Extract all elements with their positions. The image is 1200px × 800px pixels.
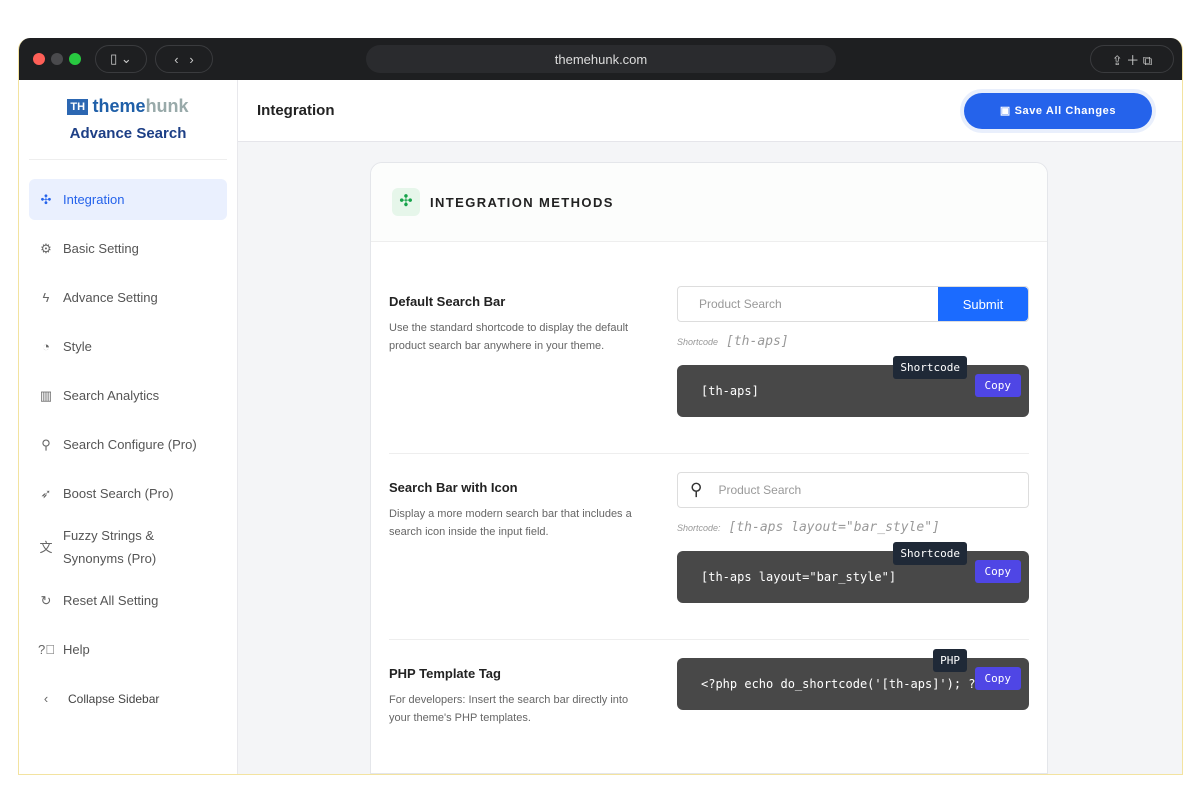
help-icon: ?⃝ xyxy=(38,642,55,657)
submit-button[interactable]: Submit xyxy=(938,287,1028,321)
sidebar-nav: ✣ Integration ⚙ Basic Setting ϟ Advance Set… xyxy=(29,179,227,719)
label: Boost Search (Pro) xyxy=(63,486,174,501)
translate-icon: 文 xyxy=(39,539,53,555)
code-text: [th-aps layout="bar_style"] xyxy=(701,570,897,584)
sidebar-toggle-icon[interactable]: ▯ ⌄ xyxy=(95,45,147,73)
shortcode-value: [th-aps] xyxy=(726,334,789,349)
palette-icon: ◔ xyxy=(42,339,50,354)
section-desc: Use the standard shortcode to display th… xyxy=(389,322,629,352)
page-title: Integration xyxy=(257,102,335,119)
sidebar-item-basic-setting[interactable]: ⚙ Basic Setting xyxy=(29,228,227,269)
integration-card: ✣ INTEGRATION METHODS Default Search Bar … xyxy=(370,162,1048,774)
puzzle-icon: ✣ xyxy=(392,188,420,216)
sidebar-item-integration[interactable]: ✣ Integration xyxy=(29,179,227,220)
main-content: Integration ▣ Save All Changes ✣ INTEGRAT… xyxy=(238,80,1182,774)
label: Basic Setting xyxy=(63,241,139,256)
chart-icon: ▥ xyxy=(39,387,53,403)
share-newtab-tabs-icons[interactable]: ⇪ ＋ ⧉ xyxy=(1090,45,1174,73)
logo: TH themehunk Advance Search xyxy=(29,80,227,160)
reset-icon: ↻ xyxy=(40,592,52,608)
label: Search Configure (Pro) xyxy=(63,437,197,452)
section-title: Default Search Bar xyxy=(389,294,506,309)
section-search-bar-with-icon: Search Bar with Icon Display a more mode… xyxy=(389,472,1029,640)
placeholder: Product Search xyxy=(699,297,782,311)
label: Shortcode: xyxy=(677,523,721,533)
tooltip: Shortcode xyxy=(893,356,967,379)
label: Shortcode xyxy=(677,337,719,347)
section-title: PHP Template Tag xyxy=(389,666,501,681)
back-forward-buttons[interactable]: ‹ › xyxy=(155,45,213,73)
sidebar-item-help[interactable]: ?⃝ Help xyxy=(29,629,227,670)
label: Advance Setting xyxy=(63,290,158,305)
label: Help xyxy=(63,642,90,657)
logo-text: themehunk xyxy=(92,96,189,116)
section-php-template-tag: PHP Template Tag For developers: Insert … xyxy=(389,649,1029,774)
sidebar-item-style[interactable]: ◔ Style xyxy=(29,326,227,367)
sidebar: TH themehunk Advance Search ✣ Integration… xyxy=(19,80,238,774)
section-title: Search Bar with Icon xyxy=(389,480,518,495)
page-header: Integration ▣ Save All Changes xyxy=(238,80,1182,142)
zoom-window-button[interactable] xyxy=(69,53,81,65)
code-block[interactable]: [th-aps layout="bar_style"] Shortcode Copy xyxy=(677,542,1029,603)
tooltip: Shortcode xyxy=(893,542,967,565)
label: Fuzzy Strings & Synonyms (Pro) xyxy=(63,528,157,566)
shortcode-hint: Shortcode [th-aps] xyxy=(677,334,1029,349)
sidebar-item-search-configure[interactable]: ⚲ Search Configure (Pro) xyxy=(29,424,227,465)
section-desc: For developers: Insert the search bar di… xyxy=(389,694,629,724)
label: Search Analytics xyxy=(63,388,160,403)
puzzle-icon: ✣ xyxy=(40,191,52,207)
rocket-icon: ➶ xyxy=(40,485,52,501)
logo-mark: TH xyxy=(67,98,89,115)
shortcode-value: [th-aps layout="bar_style"] xyxy=(728,520,940,535)
search-icon: ⚲ xyxy=(690,480,703,499)
label: Save All Changes xyxy=(1014,105,1117,117)
sidebar-item-search-analytics[interactable]: ▥ Search Analytics xyxy=(29,375,227,416)
label: Style xyxy=(63,339,92,354)
gear-icon: ⚙ xyxy=(40,240,52,256)
sidebar-item-fuzzy-strings[interactable]: 文 Fuzzy Strings & Synonyms (Pro) xyxy=(29,522,227,572)
sidebar-item-advance-setting[interactable]: ϟ Advance Setting xyxy=(29,277,227,318)
copy-button[interactable]: Copy xyxy=(974,374,1021,397)
sidebar-item-boost-search[interactable]: ➶ Boost Search (Pro) xyxy=(29,473,227,514)
section-default-search-bar: Default Search Bar Use the standard shor… xyxy=(389,286,1029,454)
address-bar[interactable]: themehunk.com xyxy=(366,45,836,73)
search-input[interactable]: ⚲ Product Search xyxy=(677,472,1029,508)
sidebar-item-reset[interactable]: ↻ Reset All Setting xyxy=(29,580,227,621)
placeholder: Product Search xyxy=(718,483,802,497)
shortcode-hint: Shortcode: [th-aps layout="bar_style"] xyxy=(677,520,1029,535)
search-icon: ⚲ xyxy=(41,436,51,452)
copy-button[interactable]: Copy xyxy=(974,560,1021,583)
collapse-sidebar-button[interactable]: ‹ Collapse Sidebar xyxy=(29,678,227,719)
code-text: [th-aps] xyxy=(701,384,759,398)
plugin-title: Advance Search xyxy=(69,125,187,142)
browser-toolbar: ▯ ⌄ ‹ › themehunk.com ⇪ ＋ ⧉ xyxy=(19,38,1182,80)
code-block[interactable]: [th-aps] Shortcode Copy xyxy=(677,356,1029,417)
chevron-left-icon: ‹ xyxy=(43,691,49,706)
search-input[interactable]: Product Search Submit xyxy=(677,286,1029,322)
save-icon: ▣ xyxy=(999,105,1015,117)
bolt-icon: ϟ xyxy=(42,290,50,305)
label: Collapse Sidebar xyxy=(68,691,160,706)
save-all-changes-button[interactable]: ▣ Save All Changes xyxy=(964,92,1152,129)
url-text: themehunk.com xyxy=(554,51,648,67)
minimize-window-button[interactable] xyxy=(51,53,63,65)
section-desc: Display a more modern search bar that in… xyxy=(389,508,632,538)
card-title: INTEGRATION METHODS xyxy=(430,194,614,210)
tooltip: PHP xyxy=(933,649,967,672)
code-text: <?php echo do_shortcode('[th-aps]'); ?> xyxy=(701,677,983,691)
close-window-button[interactable] xyxy=(33,53,45,65)
label: Reset All Setting xyxy=(63,593,159,608)
copy-button[interactable]: Copy xyxy=(974,667,1021,690)
browser-window: ▯ ⌄ ‹ › themehunk.com ⇪ ＋ ⧉ TH themehunk… xyxy=(18,38,1183,775)
label: Integration xyxy=(63,192,125,207)
code-block[interactable]: <?php echo do_shortcode('[th-aps]'); ?> P… xyxy=(677,649,1029,710)
